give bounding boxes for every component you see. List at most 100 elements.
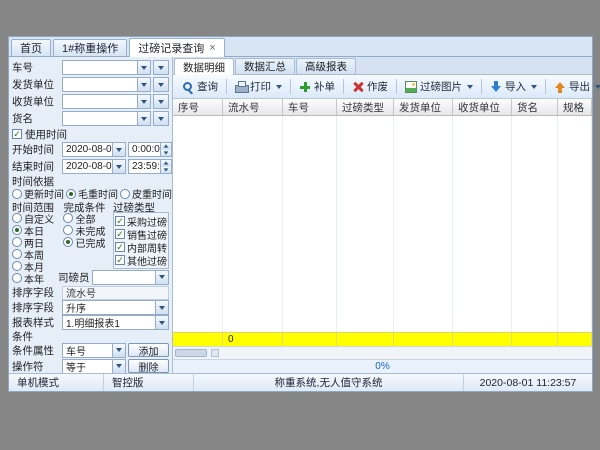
- chevron-down-icon: [595, 85, 600, 89]
- dropdown-arrow-icon[interactable]: [137, 78, 150, 91]
- start-time-value: 0:00:00: [129, 144, 160, 155]
- dropdown-arrow-icon[interactable]: [137, 61, 150, 74]
- delete-condition-button[interactable]: 删除: [128, 359, 169, 373]
- status-datetime-label: 2020-08-01 11:23:57: [480, 377, 577, 389]
- radio-selected-icon: [63, 237, 73, 247]
- dropdown-arrow-icon[interactable]: [154, 112, 168, 125]
- start-time-spinner[interactable]: 0:00:00: [128, 142, 172, 157]
- horizontal-scrollbar[interactable]: [173, 346, 592, 359]
- vehicle-filter-mini-combo[interactable]: [153, 60, 169, 75]
- supplement-button-label: 补单: [314, 79, 335, 94]
- column-header-sender[interactable]: 发货单位: [394, 99, 453, 115]
- goods-filter-combo[interactable]: [62, 111, 151, 126]
- scrollbar-thumb[interactable]: [175, 349, 207, 357]
- query-button-label: 查询: [197, 79, 218, 94]
- tab-record-query-label: 过磅记录查询: [138, 40, 204, 56]
- table-body-empty[interactable]: [173, 116, 592, 332]
- radio-finished-label: 已完成: [75, 235, 105, 250]
- dropdown-arrow-icon[interactable]: [112, 143, 125, 156]
- column-header-receiver[interactable]: 收货单位: [453, 99, 512, 115]
- weigher-row: 司磅员: [58, 269, 169, 285]
- main-panel: 数据明细 数据汇总 高级报表 查询 打印 补单: [173, 57, 592, 373]
- filter-row-receiver: 收货单位: [12, 93, 169, 110]
- import-button[interactable]: 导入: [484, 77, 543, 97]
- tab-home[interactable]: 首页: [11, 39, 51, 56]
- end-date-picker[interactable]: 2020-08-01: [62, 159, 126, 174]
- receiver-filter-combo[interactable]: [62, 94, 151, 109]
- radio-gross-time[interactable]: 毛重时间: [66, 186, 118, 201]
- grid-column: [223, 116, 283, 332]
- tab-weighing-operation[interactable]: 1#称重操作: [53, 39, 127, 56]
- start-date-picker[interactable]: 2020-08-01: [62, 142, 126, 157]
- vehicle-filter-combo[interactable]: [62, 60, 151, 75]
- condition-op-combo[interactable]: 等于: [62, 359, 126, 374]
- radio-tare-time[interactable]: 皮重时间: [120, 186, 172, 201]
- void-button[interactable]: 作废: [346, 77, 394, 97]
- print-button[interactable]: 打印: [229, 77, 288, 97]
- dropdown-arrow-icon[interactable]: [155, 271, 168, 284]
- end-time-spinner[interactable]: 23:59:59: [128, 159, 172, 174]
- dropdown-arrow-icon[interactable]: [112, 344, 125, 357]
- dropdown-arrow-icon[interactable]: [154, 95, 168, 108]
- weigh-type-label: 过磅类型: [113, 200, 169, 212]
- column-header-goods[interactable]: 货名: [512, 99, 558, 115]
- export-button[interactable]: 导出: [548, 77, 600, 97]
- dropdown-arrow-icon[interactable]: [154, 78, 168, 91]
- check-internal[interactable]: ✓内部周转: [115, 241, 167, 253]
- check-purchase[interactable]: ✓采购过磅: [115, 215, 167, 227]
- tab-data-summary[interactable]: 数据汇总: [235, 58, 295, 74]
- report-style-combo[interactable]: 1.明细报表1: [62, 315, 169, 330]
- toolbar-separator: [481, 79, 482, 94]
- spin-down-icon[interactable]: [161, 167, 171, 174]
- column-header-spec[interactable]: 规格: [558, 99, 592, 115]
- check-icon: ✓: [116, 243, 124, 252]
- use-time-label: 使用时间: [25, 127, 67, 142]
- use-time-checkbox[interactable]: ✓: [12, 129, 22, 139]
- dropdown-arrow-icon[interactable]: [155, 301, 168, 314]
- dropdown-arrow-icon[interactable]: [112, 160, 125, 173]
- weigh-type-group: 过磅类型 ✓采购过磅 ✓销售过磅 ✓内部周转 ✓其他过磅: [113, 200, 169, 269]
- radio-finished[interactable]: 已完成: [63, 236, 113, 248]
- dropdown-arrow-icon[interactable]: [155, 316, 168, 329]
- dropdown-arrow-icon[interactable]: [154, 61, 168, 74]
- column-header-serial[interactable]: 流水号: [223, 99, 283, 115]
- grid-column: [283, 116, 337, 332]
- condition-op-row: 操作符 等于 删除: [12, 358, 169, 373]
- dropdown-arrow-icon[interactable]: [137, 112, 150, 125]
- column-header-index[interactable]: 序号: [173, 99, 223, 115]
- add-condition-button[interactable]: 添加: [128, 343, 169, 357]
- check-other[interactable]: ✓其他过磅: [115, 254, 167, 266]
- printer-icon: [235, 81, 247, 93]
- radio-this-year[interactable]: 本年: [12, 272, 63, 284]
- check-sales[interactable]: ✓销售过磅: [115, 228, 167, 240]
- tab-weighing-operation-label: 1#称重操作: [62, 40, 118, 56]
- sort-field-value-box[interactable]: 流水号: [62, 286, 169, 300]
- goods-filter-label: 货名: [12, 111, 60, 126]
- end-time-label: 结束时间: [12, 159, 60, 174]
- close-tab-icon[interactable]: ×: [209, 43, 215, 54]
- query-button[interactable]: 查询: [176, 77, 224, 97]
- tab-data-detail[interactable]: 数据明细: [174, 58, 234, 75]
- sender-filter-combo[interactable]: [62, 77, 151, 92]
- dropdown-arrow-icon[interactable]: [137, 95, 150, 108]
- tab-advanced-report[interactable]: 高级报表: [296, 58, 356, 74]
- radio-update-time[interactable]: 更新时间: [12, 186, 64, 201]
- column-header-vehicle[interactable]: 车号: [283, 99, 337, 115]
- weigher-combo[interactable]: [92, 270, 170, 285]
- condition-attr-combo[interactable]: 车号: [62, 343, 126, 358]
- spin-down-icon[interactable]: [161, 150, 171, 157]
- summary-cell: [558, 333, 592, 346]
- start-time-label: 开始时间: [12, 142, 60, 157]
- supplement-button[interactable]: 补单: [293, 77, 341, 97]
- dropdown-arrow-icon[interactable]: [112, 360, 125, 373]
- sort-order-combo[interactable]: 升序: [62, 300, 169, 315]
- status-edition-label: 智控版: [112, 375, 144, 390]
- tab-record-query[interactable]: 过磅记录查询 ×: [129, 38, 224, 57]
- scrollbar-grip[interactable]: [211, 349, 219, 357]
- sender-filter-mini-combo[interactable]: [153, 77, 169, 92]
- weigh-photo-button[interactable]: 过磅图片: [399, 77, 479, 97]
- goods-filter-mini-combo[interactable]: [153, 111, 169, 126]
- checkbox-icon: ✓: [115, 229, 125, 239]
- column-header-weigh-type[interactable]: 过磅类型: [337, 99, 394, 115]
- receiver-filter-mini-combo[interactable]: [153, 94, 169, 109]
